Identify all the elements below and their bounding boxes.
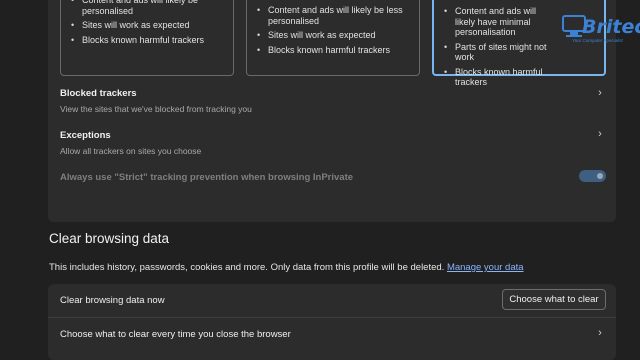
chevron-right-icon: ›: [598, 87, 602, 99]
card-feature: Sites will work as expected: [255, 30, 411, 41]
description-text: This includes history, passwords, cookie…: [49, 262, 445, 273]
tracking-card-basic[interactable]: Content and ads will likely be personali…: [60, 0, 234, 76]
divider: [48, 317, 616, 318]
clear-now-label: Clear browsing data now: [60, 295, 165, 306]
clear-browsing-description: This includes history, passwords, cookie…: [49, 262, 524, 273]
card-feature: Blocks known harmful trackers: [255, 45, 411, 56]
chevron-right-icon: ›: [598, 128, 602, 140]
toggle-knob: [597, 173, 603, 179]
blocked-trackers-title: Blocked trackers: [60, 88, 137, 99]
card-feature: Parts of sites might not work: [442, 42, 550, 63]
clear-browsing-heading: Clear browsing data: [49, 231, 170, 246]
card-feature: Sites will work as expected: [69, 20, 225, 31]
card-features-list: Content and ads will likely be less pers…: [255, 5, 411, 55]
blocked-trackers-subtitle: View the sites that we've blocked from t…: [60, 104, 252, 114]
card-feature: Content and ads will likely be personali…: [69, 0, 225, 16]
card-features-list: Content and ads will likely have minimal…: [442, 6, 550, 88]
card-feature: Content and ads will likely be less pers…: [255, 5, 411, 26]
manage-your-data-link[interactable]: Manage your data: [447, 262, 524, 273]
exceptions-subtitle: Allow all trackers on sites you choose: [60, 146, 202, 156]
chevron-right-icon: ›: [598, 327, 602, 339]
exceptions-title: Exceptions: [60, 130, 111, 141]
britec-watermark-logo: Britec Your Computer Specialist: [560, 6, 640, 50]
watermark-word: Britec: [582, 16, 640, 38]
clear-on-close-label: Choose what to clear every time you clos…: [60, 329, 291, 340]
tracking-card-balanced[interactable]: Content and ads will likely be less pers…: [246, 0, 420, 76]
card-feature: Blocks known harmful trackers: [442, 67, 550, 88]
card-features-list: Content and ads will likely be personali…: [69, 0, 225, 45]
watermark-tagline: Your Computer Specialist: [572, 38, 623, 43]
strict-inprivate-label: Always use "Strict" tracking prevention …: [60, 172, 354, 183]
choose-what-to-clear-button[interactable]: Choose what to clear: [502, 289, 606, 310]
strict-inprivate-toggle[interactable]: [579, 170, 606, 182]
card-feature: Content and ads will likely have minimal…: [442, 6, 550, 38]
card-feature: Blocks known harmful trackers: [69, 35, 225, 46]
